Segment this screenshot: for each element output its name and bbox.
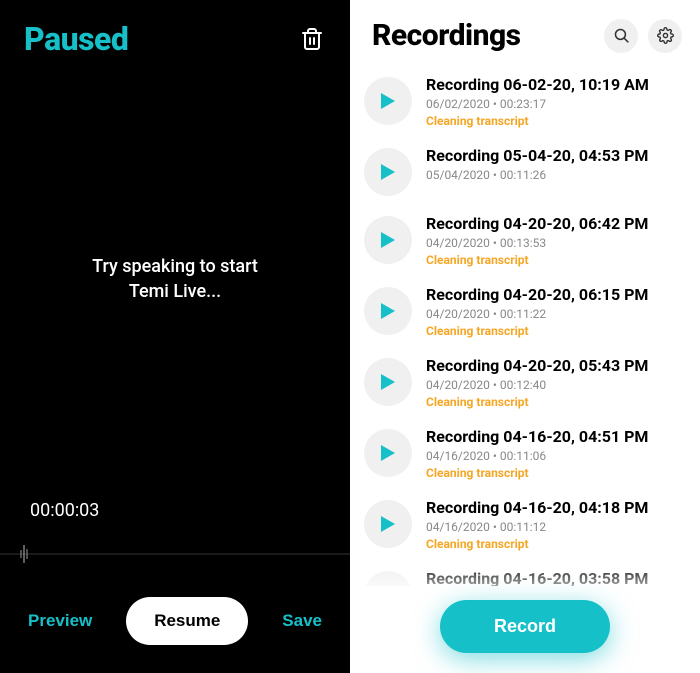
record-button[interactable]: Record [440, 600, 610, 653]
save-button[interactable]: Save [282, 611, 322, 631]
recording-title: Recording 04-16-20, 04:18 PM [426, 498, 686, 518]
recorder-center: Try speaking to startTemi Live... [0, 58, 350, 500]
recording-info: Recording 04-16-20, 04:51 PM 04/16/2020 •… [426, 427, 686, 480]
recording-item[interactable]: Recording 04-20-20, 06:15 PM 04/20/2020 •… [364, 277, 686, 348]
gear-icon [657, 27, 674, 44]
recording-status: Cleaning transcript [426, 114, 686, 128]
recorder-panel: Paused Try speaking to startTemi Live...… [0, 0, 350, 673]
waveform-icon [0, 539, 350, 569]
play-button[interactable] [364, 500, 412, 548]
play-button[interactable] [364, 358, 412, 406]
recorder-header: Paused [0, 0, 350, 58]
recording-title: Recording 06-02-20, 10:19 AM [426, 75, 686, 95]
waveform-display [0, 539, 350, 569]
recording-item[interactable]: Recording 04-16-20, 04:51 PM 04/16/2020 •… [364, 419, 686, 490]
recorder-footer: Preview Resume Save [0, 597, 350, 673]
recording-meta: 06/02/2020 • 00:23:17 [426, 97, 686, 111]
recording-meta: 04/20/2020 • 00:13:53 [426, 236, 686, 250]
play-icon [380, 373, 396, 391]
recording-status: Cleaning transcript [426, 253, 686, 267]
recording-info: Recording 04-16-20, 03:58 PM [426, 569, 686, 586]
recording-title: Recording 04-16-20, 03:58 PM [426, 569, 686, 586]
recordings-header: Recordings [350, 0, 700, 63]
recording-info: Recording 06-02-20, 10:19 AM 06/02/2020 •… [426, 75, 686, 128]
settings-button[interactable] [648, 19, 682, 53]
delete-recording-button[interactable] [298, 25, 326, 53]
play-button[interactable] [364, 429, 412, 477]
recorder-status-title: Paused [24, 20, 128, 58]
recording-info: Recording 04-20-20, 05:43 PM 04/20/2020 •… [426, 356, 686, 409]
recording-item[interactable]: Recording 06-02-20, 10:19 AM 06/02/2020 •… [364, 67, 686, 138]
recording-info: Recording 04-20-20, 06:15 PM 04/20/2020 •… [426, 285, 686, 338]
recording-title: Recording 04-20-20, 05:43 PM [426, 356, 686, 376]
recording-status: Cleaning transcript [426, 537, 686, 551]
recording-title: Recording 04-16-20, 04:51 PM [426, 427, 686, 447]
recordings-panel: Recordings Recording 06-02-20, 10:19 AM 0… [350, 0, 700, 673]
recording-info: Recording 05-04-20, 04:53 PM 05/04/2020 •… [426, 146, 686, 185]
recorder-prompt-text: Try speaking to startTemi Live... [92, 254, 258, 304]
recording-item[interactable]: Recording 04-20-20, 05:43 PM 04/20/2020 •… [364, 348, 686, 419]
recording-meta: 04/16/2020 • 00:11:12 [426, 520, 686, 534]
play-button[interactable] [364, 148, 412, 196]
search-button[interactable] [604, 19, 638, 53]
recording-info: Recording 04-16-20, 04:18 PM 04/16/2020 •… [426, 498, 686, 551]
play-icon [380, 92, 396, 110]
recording-meta: 04/20/2020 • 00:12:40 [426, 378, 686, 392]
recording-item[interactable]: Recording 04-16-20, 04:18 PM 04/16/2020 •… [364, 490, 686, 561]
play-button[interactable] [364, 287, 412, 335]
play-icon [380, 163, 396, 181]
play-button[interactable] [364, 571, 412, 586]
recording-item[interactable]: Recording 04-16-20, 03:58 PM [364, 561, 686, 586]
recording-meta: 05/04/2020 • 00:11:26 [426, 168, 686, 182]
recording-status: Cleaning transcript [426, 395, 686, 409]
recordings-footer: Record [350, 586, 700, 673]
recording-item[interactable]: Recording 05-04-20, 04:53 PM 05/04/2020 •… [364, 138, 686, 206]
preview-button[interactable]: Preview [28, 611, 92, 631]
recording-title: Recording 05-04-20, 04:53 PM [426, 146, 686, 166]
play-icon [380, 302, 396, 320]
recording-status: Cleaning transcript [426, 466, 686, 480]
play-button[interactable] [364, 77, 412, 125]
play-icon [380, 231, 396, 249]
recording-meta: 04/16/2020 • 00:11:06 [426, 449, 686, 463]
play-icon [380, 444, 396, 462]
recording-meta: 04/20/2020 • 00:11:22 [426, 307, 686, 321]
header-actions [604, 19, 682, 53]
recording-info: Recording 04-20-20, 06:42 PM 04/20/2020 •… [426, 214, 686, 267]
search-icon [613, 27, 630, 44]
play-icon [380, 515, 396, 533]
recorder-timer: 00:00:03 [0, 500, 350, 539]
recording-item[interactable]: Recording 04-20-20, 06:42 PM 04/20/2020 •… [364, 206, 686, 277]
resume-button[interactable]: Resume [126, 597, 248, 645]
recording-status: Cleaning transcript [426, 324, 686, 338]
trash-icon [301, 27, 323, 51]
play-button[interactable] [364, 216, 412, 264]
recordings-list: Recording 06-02-20, 10:19 AM 06/02/2020 •… [350, 63, 700, 586]
recording-title: Recording 04-20-20, 06:42 PM [426, 214, 686, 234]
recordings-title: Recordings [372, 18, 521, 53]
recording-title: Recording 04-20-20, 06:15 PM [426, 285, 686, 305]
